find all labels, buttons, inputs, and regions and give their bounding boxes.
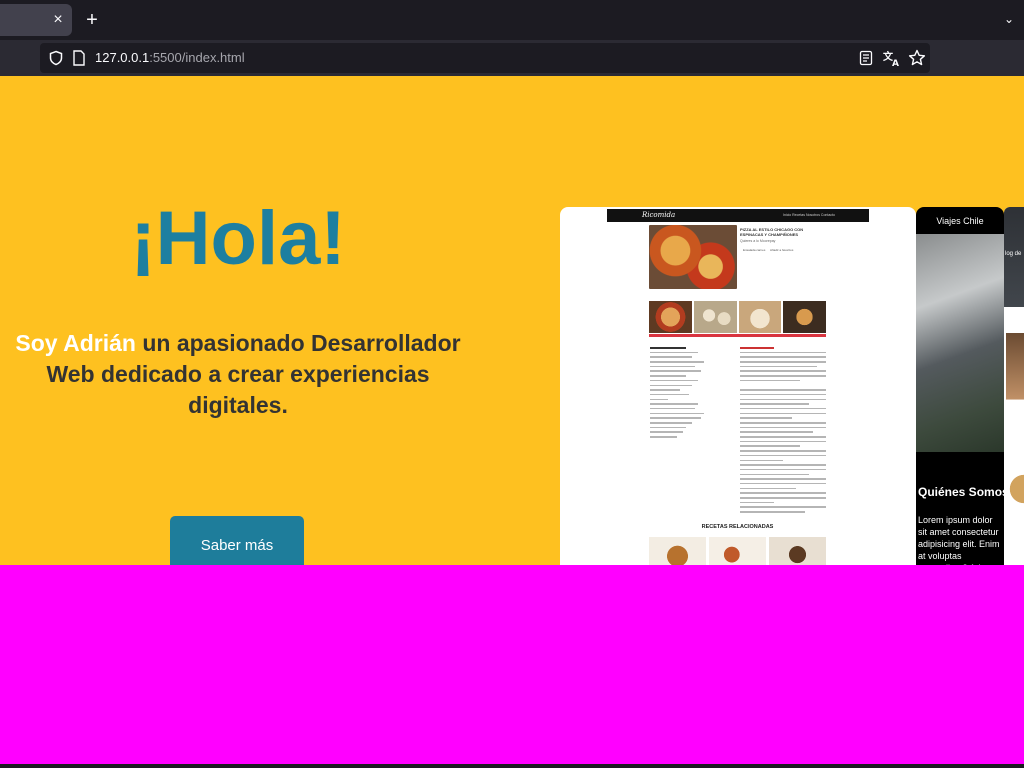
new-tab-icon[interactable]: + xyxy=(82,10,102,30)
related-recipe-image xyxy=(769,537,826,565)
recipe-thumbnails xyxy=(649,301,826,333)
greeting-heading: ¡Hola! xyxy=(130,196,346,281)
close-tab-icon[interactable]: × xyxy=(50,12,66,28)
portfolio-page: ¡Hola! Soy Adrián un apasionado Desarrol… xyxy=(0,76,1024,565)
related-recipe-image xyxy=(649,537,706,565)
project-card-travel[interactable]: Viajes Chile Quiénes Somos Lorem ipsum d… xyxy=(916,207,1004,565)
url-text[interactable]: 127.0.0.1:5500/index.html xyxy=(95,50,245,66)
recipe-nav: Inicio Recetas Nosotros Contacto xyxy=(783,213,835,217)
browser-tab[interactable]: × xyxy=(0,4,72,36)
blog-image xyxy=(1006,333,1024,443)
intro-text: Soy Adrián un apasionado Desarrollador W… xyxy=(0,328,476,421)
ingredients-lines xyxy=(650,347,710,441)
blog-hero-label: log de xyxy=(1005,251,1022,257)
recipe-logo: Ricomida xyxy=(642,211,676,219)
blog-image xyxy=(1006,459,1024,519)
travel-about-heading: Quiénes Somos xyxy=(918,485,1004,499)
preparation-lines xyxy=(740,347,826,516)
svg-text:A: A xyxy=(892,59,899,67)
related-recipe-image xyxy=(709,537,766,565)
magenta-overlay xyxy=(0,565,1024,768)
tab-list-chevron-icon[interactable]: ⌄ xyxy=(1004,12,1018,26)
related-recipes-heading: RECETAS RELACIONADAS xyxy=(701,524,774,530)
thumbnail-image xyxy=(738,301,782,333)
recipe-header: Ricomida Inicio Recetas Nosotros Contact… xyxy=(607,209,869,222)
intro-name: Soy Adrián xyxy=(15,330,136,356)
browser-nav-bar: 127.0.0.1:5500/index.html 文A xyxy=(0,40,1024,76)
recipe-title: PIZZA AL ESTILO CHICAGO CON ESPINACAS Y … xyxy=(740,227,804,237)
project-card-recipes[interactable]: Ricomida Inicio Recetas Nosotros Contact… xyxy=(560,207,916,565)
url-bar[interactable]: 127.0.0.1:5500/index.html 文A xyxy=(40,43,930,73)
thumbnail-image xyxy=(693,301,737,333)
blog-hero-image xyxy=(1004,207,1024,307)
project-card-blog[interactable]: log de xyxy=(1004,207,1024,565)
related-recipes-images xyxy=(649,537,826,565)
recipe-tag: Añadir a favoritos xyxy=(770,248,794,252)
recipe-subtitle: Quieres a lo Moorepay xyxy=(740,239,776,243)
url-host: 127.0.0.1 xyxy=(95,50,150,65)
page-icon[interactable] xyxy=(72,50,86,66)
shield-icon[interactable] xyxy=(48,50,64,66)
thumbnail-image xyxy=(783,301,826,333)
bottom-border xyxy=(0,764,1024,768)
pizza-image xyxy=(649,225,737,289)
travel-title: Viajes Chile xyxy=(936,216,984,226)
saber-mas-button[interactable]: Saber más xyxy=(170,516,304,565)
penguin-image xyxy=(916,234,1004,452)
reader-view-icon[interactable] xyxy=(858,50,874,66)
browser-tab-bar: × + ⌄ xyxy=(0,0,1024,40)
travel-about-text: Lorem ipsum dolor sit amet consectetur a… xyxy=(918,515,1000,565)
recipe-tag: Ensalada carnes xyxy=(743,248,766,252)
url-path: :5500/index.html xyxy=(149,50,245,65)
bookmark-star-icon[interactable] xyxy=(908,49,926,67)
translate-icon[interactable]: 文A xyxy=(883,49,901,69)
thumbnail-image xyxy=(649,301,692,333)
recipe-red-bar xyxy=(649,334,826,337)
